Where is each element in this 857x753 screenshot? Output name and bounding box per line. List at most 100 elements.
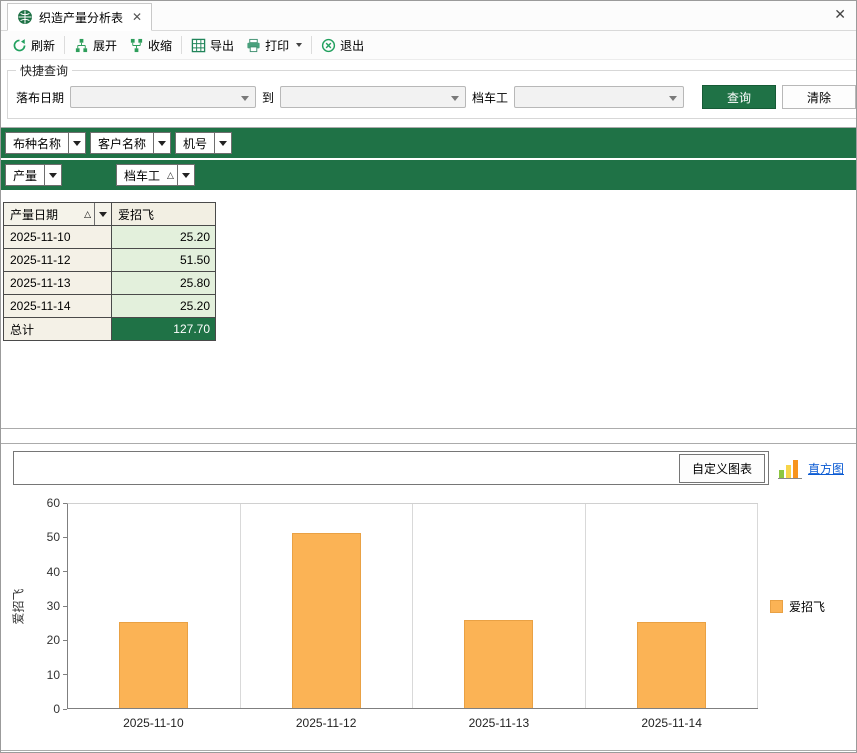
bar [464,620,533,708]
filter-field-fabric-type[interactable]: 布种名称 [5,132,86,154]
pivot-filter-area: 布种名称 客户名称 机号 [1,128,856,158]
dropdown-icon[interactable] [153,133,170,153]
table-row: 2025-11-10 25.20 [4,226,216,249]
print-button[interactable]: 打印 [240,34,308,57]
chevron-down-icon [241,96,249,101]
pivot-date-cell: 2025-11-13 [4,272,112,295]
total-label-cell: 总计 [4,318,112,341]
y-tick: 60 [47,496,67,510]
toolbar-separator [64,36,65,54]
query-button[interactable]: 查询 [702,85,776,109]
column-field-operator[interactable]: 档车工 △ [116,164,195,186]
refresh-button[interactable]: 刷新 [6,34,61,57]
dropdown-icon[interactable] [44,165,61,185]
row-field-output-date[interactable]: 产量日期 △ [4,203,112,226]
drop-date-label: 落布日期 [16,89,64,106]
legend-label: 爱招飞 [789,598,825,615]
chart-legend: 爱招飞 [758,598,848,615]
bar [119,622,188,708]
pivot-value-cell: 25.20 [112,295,216,318]
y-tick: 0 [53,702,67,716]
pivot-date-cell: 2025-11-10 [4,226,112,249]
toolbar-separator [311,36,312,54]
x-axis-label: 2025-11-13 [413,716,586,730]
y-tick: 50 [47,530,67,544]
pivot-value-cell: 51.50 [112,249,216,272]
chevron-down-icon [669,96,677,101]
pivot-total-row: 总计 127.70 [4,318,216,341]
quick-query-group: 快捷查询 落布日期 到 档车工 查询 清除 [7,62,857,119]
custom-chart-button[interactable]: 自定义图表 [679,454,765,483]
main-toolbar: 刷新 展开 收缩 导出 打印 [1,31,856,60]
clear-button[interactable]: 清除 [782,85,856,109]
end-date-combo[interactable] [280,86,466,108]
chart-plot [67,503,758,709]
filter-field-machine-no[interactable]: 机号 [175,132,232,154]
exit-button[interactable]: 退出 [315,34,370,57]
category-slot [413,504,586,708]
sort-asc-icon: △ [167,165,177,185]
dropdown-icon[interactable] [177,165,194,185]
sort-asc-icon: △ [81,203,94,225]
window-close-icon[interactable]: ✕ [834,6,846,23]
to-label: 到 [262,89,274,106]
category-slot [586,504,759,708]
expand-icon [74,38,89,53]
category-slot [68,504,241,708]
category-slot [241,504,414,708]
export-icon [191,38,206,53]
pivot-value-cell: 25.20 [112,226,216,249]
pivot-date-cell: 2025-11-14 [4,295,112,318]
export-button[interactable]: 导出 [185,34,240,57]
table-row: 2025-11-14 25.20 [4,295,216,318]
pivot-table: 产量日期 △ 爱招飞 2025-11-10 25.20 2025-11-12 5… [3,202,216,341]
tab-bar: 织造产量分析表 ✕ ✕ [1,1,856,31]
dropdown-icon[interactable] [94,203,111,225]
y-tick: 40 [47,565,67,579]
tab-title: 织造产量分析表 [39,9,123,26]
y-axis-title: 爱招飞 [9,503,27,709]
pivot-grid: 布种名称 客户名称 机号 产量 档车工 △ [1,127,856,429]
operator-combo[interactable] [514,86,684,108]
chart-toolbar: 自定义图表 直方图 [13,451,844,485]
refresh-icon [12,38,27,53]
collapse-icon [129,38,144,53]
pivot-date-cell: 2025-11-12 [4,249,112,272]
report-icon [17,9,33,25]
column-header-cell: 爱招飞 [112,203,216,226]
chart-toolbar-frame: 自定义图表 [13,451,769,485]
table-row: 2025-11-13 25.80 [4,272,216,295]
legend-swatch [770,600,783,613]
dropdown-icon[interactable] [214,133,231,153]
operator-label: 档车工 [472,89,508,106]
chevron-down-icon[interactable] [296,43,302,47]
x-axis-label: 2025-11-12 [240,716,413,730]
histogram-link[interactable]: 直方图 [808,460,844,477]
y-tick: 30 [47,599,67,613]
quick-query-title: 快捷查询 [16,62,72,79]
x-axis-labels: 2025-11-102025-11-122025-11-132025-11-14 [67,716,758,730]
expand-button[interactable]: 展开 [68,34,123,57]
tab-close-icon[interactable]: ✕ [132,10,142,24]
dropdown-icon[interactable] [68,133,85,153]
bar [292,533,361,708]
x-axis-label: 2025-11-10 [67,716,240,730]
print-icon [246,38,261,53]
tab-weaving-analysis[interactable]: 织造产量分析表 ✕ [7,3,152,31]
pivot-header-area: 产量 档车工 △ [1,160,856,190]
x-axis-label: 2025-11-14 [585,716,758,730]
exit-icon [321,38,336,53]
app-window: 织造产量分析表 ✕ ✕ 刷新 展开 收缩 [0,0,857,753]
toolbar-separator [181,36,182,54]
y-axis: 0102030405060 [27,503,67,709]
data-field-output[interactable]: 产量 [5,164,62,186]
filter-field-customer-name[interactable]: 客户名称 [90,132,171,154]
start-date-combo[interactable] [70,86,256,108]
table-row: 2025-11-12 51.50 [4,249,216,272]
chart-panel: 自定义图表 直方图 爱招飞 0102030405060 爱招飞 2025-11-… [1,443,856,751]
bar-chart: 爱招飞 0102030405060 爱招飞 [9,503,848,709]
pivot-value-cell: 25.80 [112,272,216,295]
collapse-button[interactable]: 收缩 [123,34,178,57]
total-value-cell: 127.70 [112,318,216,341]
histogram-icon[interactable] [777,456,803,480]
